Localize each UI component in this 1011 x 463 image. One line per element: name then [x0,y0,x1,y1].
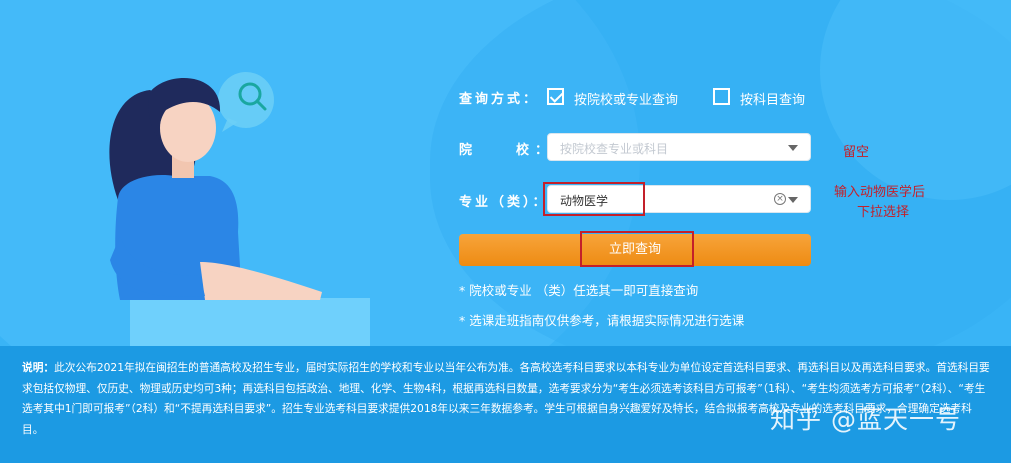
annotation-select-line2: 下拉选择 [857,205,910,220]
school-select-placeholder: 按院校查专业或科目 [560,142,669,156]
highlight-box-submit [580,231,694,267]
major-label: 专业（类）： [459,195,549,210]
school-label: 院 校： [459,143,555,158]
annotation-select-line1: 输入动物医学后 [834,185,926,200]
clear-icon[interactable]: × [774,193,786,205]
hint-line: * 选课走班指南仅供参考，请根据实际情况进行选课 [459,313,745,328]
woman-illustration [109,72,370,350]
chevron-down-icon[interactable] [788,197,798,203]
checkbox-subject[interactable] [713,88,730,105]
search-bubble-icon [218,72,274,132]
annotation-leave-blank: 留空 [843,145,870,160]
chevron-down-icon[interactable] [788,145,798,151]
page-root: 查询方式： 按院校或专业查询 按科目查询 院 校： 按院校查专业或科目 专业（类… [0,0,1011,463]
hint-line: * 院校或专业 （类）任选其一即可直接查询 [459,283,699,298]
school-select[interactable]: 按院校查专业或科目 [547,133,811,161]
checkbox-school-major[interactable] [547,88,564,105]
highlight-box-major [543,182,645,216]
note-title: 说明： [22,361,55,374]
query-mode-label: 查询方式： [459,92,540,107]
desk-shape [130,298,370,350]
option-school-major-label[interactable]: 按院校或专业查询 [574,89,678,108]
option-subject-label[interactable]: 按科目查询 [740,89,805,108]
watermark: 知乎 @蓝天一号 [770,405,961,434]
